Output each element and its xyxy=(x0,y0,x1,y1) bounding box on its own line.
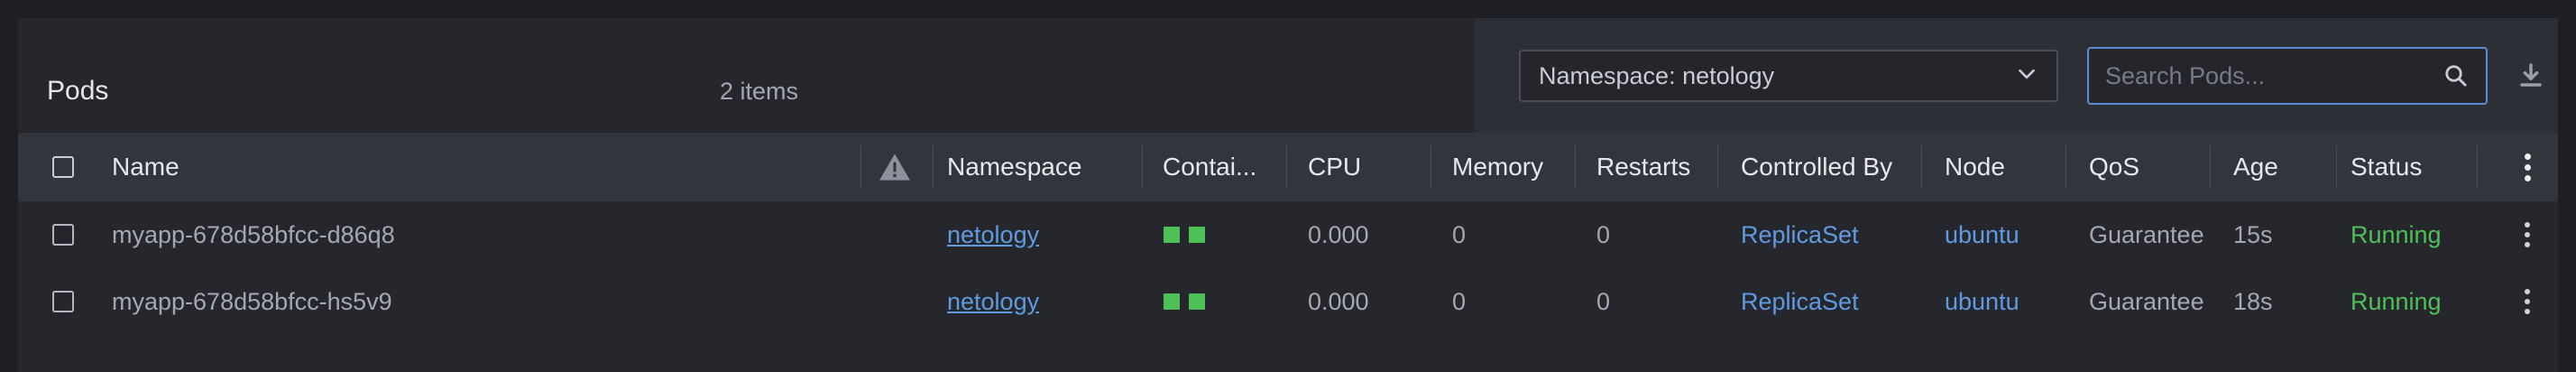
memory-value: 0 xyxy=(1452,287,1467,315)
table-row[interactable]: myapp-678d58bfcc-hs5v9 netology 0.000 0 … xyxy=(18,268,2558,335)
column-separator xyxy=(2065,145,2066,189)
container-ready-indicator xyxy=(1164,293,1180,310)
row-checkbox[interactable] xyxy=(52,224,74,246)
column-separator xyxy=(1921,145,1922,189)
filter-panel: Namespace: netology xyxy=(1474,18,2558,133)
column-header-containers[interactable]: Contai... xyxy=(1163,133,1256,201)
container-ready-indicator xyxy=(1189,227,1205,243)
status-badge: Running xyxy=(2351,220,2442,248)
pods-header: Pods 2 items Namespace: netology xyxy=(18,18,2558,133)
column-separator xyxy=(1286,145,1287,189)
column-separator xyxy=(2210,145,2211,189)
controlled-by-link[interactable]: ReplicaSet xyxy=(1741,268,1859,335)
column-header-status[interactable]: Status xyxy=(2351,133,2422,201)
node-link[interactable]: ubuntu xyxy=(1945,201,2019,268)
search-input[interactable] xyxy=(2105,61,2443,90)
warning-icon xyxy=(878,152,912,182)
column-separator xyxy=(1575,145,1576,189)
namespace-link[interactable]: netology xyxy=(947,268,1039,335)
table-header: Name Namespace Contai... CPU Memory Rest… xyxy=(18,133,2558,201)
cpu-value: 0.000 xyxy=(1308,287,1369,315)
namespace-link[interactable]: netology xyxy=(947,201,1039,268)
namespace-select-value: Namespace: netology xyxy=(1539,61,1775,89)
node-link[interactable]: ubuntu xyxy=(1945,268,2019,335)
column-separator xyxy=(2477,145,2478,189)
column-header-memory[interactable]: Memory xyxy=(1452,133,1543,201)
age-value: 15s xyxy=(2233,220,2273,248)
qos-value: Guarantee xyxy=(2089,287,2204,315)
column-header-cpu[interactable]: CPU xyxy=(1308,133,1361,201)
row-checkbox[interactable] xyxy=(52,291,74,312)
container-status xyxy=(1164,201,1214,268)
qos-value: Guarantee xyxy=(2089,220,2204,248)
column-header-controlled-by[interactable]: Controlled By xyxy=(1741,133,1892,201)
column-header-age[interactable]: Age xyxy=(2233,133,2278,201)
select-all-checkbox[interactable] xyxy=(52,156,74,178)
row-select-cell xyxy=(52,268,74,335)
status-badge: Running xyxy=(2351,287,2442,315)
age-value: 18s xyxy=(2233,287,2273,315)
controlled-by-link[interactable]: ReplicaSet xyxy=(1741,201,1859,268)
namespace-select[interactable]: Namespace: netology xyxy=(1519,50,2058,102)
pod-name: myapp-678d58bfcc-d86q8 xyxy=(112,220,395,248)
restarts-value: 0 xyxy=(1596,220,1611,248)
row-select-cell xyxy=(52,201,74,268)
pods-panel: Pods 2 items Namespace: netology Search … xyxy=(18,18,2558,372)
column-menu-button[interactable] xyxy=(2516,133,2538,201)
search-icon[interactable] xyxy=(2443,62,2470,89)
row-menu-button[interactable] xyxy=(2516,268,2538,335)
column-header-namespace[interactable]: Namespace xyxy=(947,133,1081,201)
table-row[interactable]: myapp-678d58bfcc-d86q8 netology 0.000 0 … xyxy=(18,201,2558,268)
kebab-menu-icon xyxy=(2516,284,2538,320)
download-button[interactable] xyxy=(2513,58,2549,94)
cpu-value: 0.000 xyxy=(1308,220,1369,248)
download-icon xyxy=(2516,61,2545,90)
column-header-name[interactable]: Name xyxy=(112,133,179,201)
kebab-menu-icon xyxy=(2516,149,2538,185)
page-title: Pods xyxy=(47,76,109,106)
column-header-qos[interactable]: QoS xyxy=(2089,133,2139,201)
memory-value: 0 xyxy=(1452,220,1467,248)
chevron-down-icon xyxy=(2015,62,2038,90)
container-status xyxy=(1164,268,1214,335)
search-box xyxy=(2087,47,2488,105)
column-separator xyxy=(1717,145,1718,189)
column-header-restarts[interactable]: Restarts xyxy=(1596,133,1690,201)
column-separator xyxy=(860,145,861,189)
column-header-warnings[interactable] xyxy=(878,133,912,201)
pods-table: Name Namespace Contai... CPU Memory Rest… xyxy=(18,133,2558,335)
column-separator xyxy=(933,145,934,189)
item-count: 2 items xyxy=(720,78,799,105)
kebab-menu-icon xyxy=(2516,217,2538,253)
select-all-cell xyxy=(52,133,74,201)
container-ready-indicator xyxy=(1164,227,1180,243)
container-ready-indicator xyxy=(1189,293,1205,310)
restarts-value: 0 xyxy=(1596,287,1611,315)
column-separator xyxy=(1142,145,1143,189)
row-menu-button[interactable] xyxy=(2516,201,2538,268)
column-separator xyxy=(2336,145,2337,189)
column-header-node[interactable]: Node xyxy=(1945,133,2005,201)
pod-name: myapp-678d58bfcc-hs5v9 xyxy=(112,287,392,315)
